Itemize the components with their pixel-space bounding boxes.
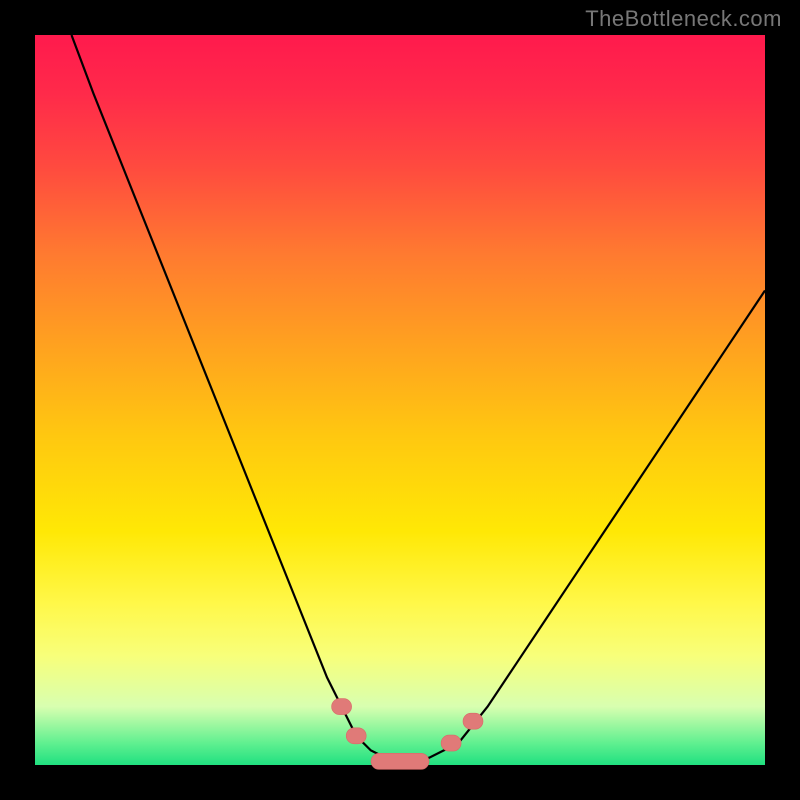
- chart-frame: TheBottleneck.com: [0, 0, 800, 800]
- curve-svg: [35, 35, 765, 765]
- bottleneck-curve: [72, 35, 766, 761]
- curve-marker: [441, 735, 461, 751]
- curve-marker: [346, 728, 366, 744]
- curve-marker: [332, 699, 352, 715]
- curve-marker: [371, 753, 429, 769]
- plot-area: [35, 35, 765, 765]
- marker-group: [332, 699, 483, 770]
- curve-marker: [463, 713, 483, 729]
- watermark-text: TheBottleneck.com: [585, 6, 782, 32]
